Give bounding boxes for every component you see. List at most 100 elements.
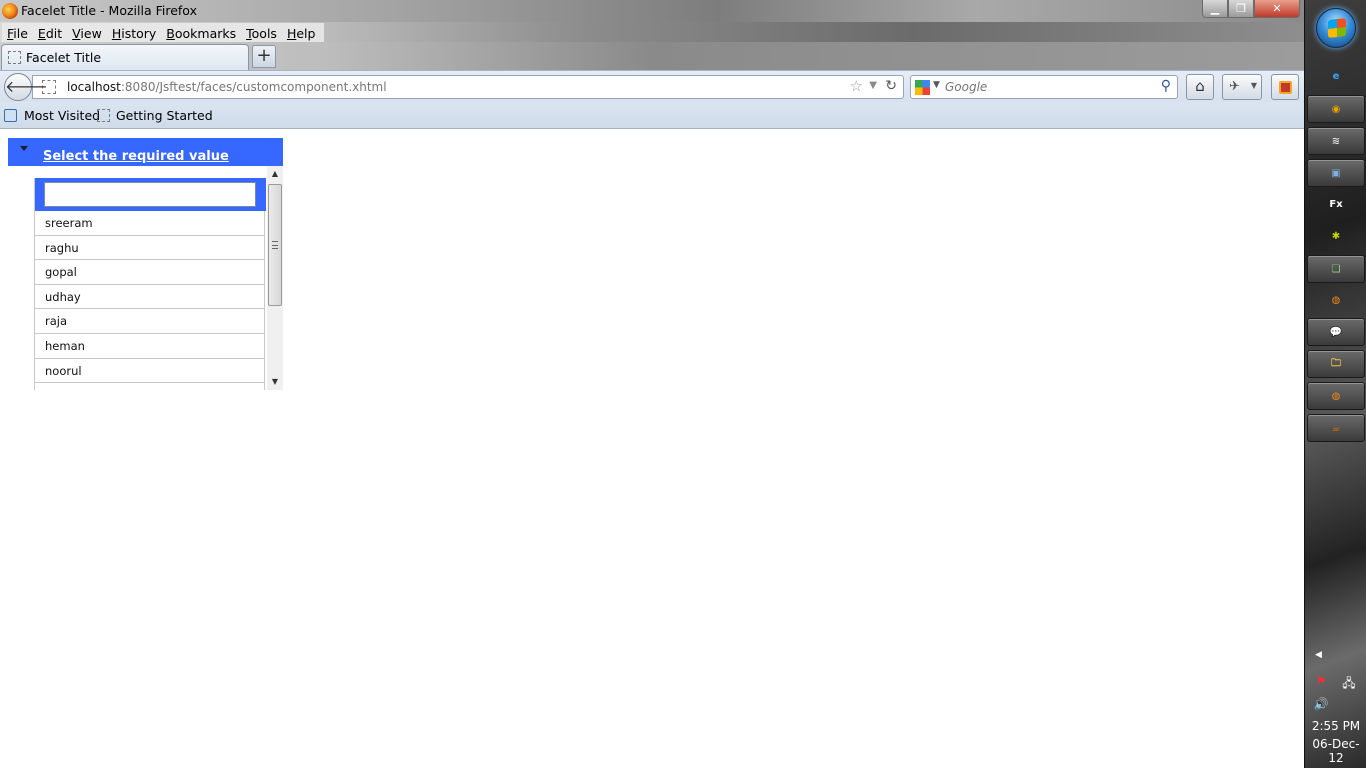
chat-icon: 💬 (1329, 326, 1343, 338)
taskbar-firefox-active-button[interactable]: ◍ (1307, 382, 1365, 410)
url-history-dropdown-icon[interactable]: ▼ (869, 80, 877, 91)
scroll-thumb[interactable] (268, 184, 282, 306)
list-item[interactable]: sreeram (35, 211, 265, 236)
list-item[interactable]: raja (35, 309, 265, 334)
tab-title: Facelet Title (26, 50, 102, 65)
taskbar-ie-button[interactable]: e (1307, 62, 1365, 90)
back-button[interactable]: 🡐 (4, 73, 48, 101)
tab-facelet-title[interactable]: Facelet Title (1, 44, 249, 70)
value-list-box: sreeram raghu gopal udhay raja heman noo… (8, 166, 283, 390)
getting-started-icon (97, 109, 110, 122)
search-go-icon[interactable]: ⚲ (1161, 78, 1171, 94)
search-engine-dropdown-icon[interactable]: ▼ (933, 80, 940, 90)
addon-toolbar-button[interactable]: ✈ ▼ (1222, 74, 1262, 100)
title-bar: Facelet Title - Mozilla Firefox ▁ ❐ ✕ (0, 0, 1304, 22)
volume-icon[interactable]: 🔊 (1313, 697, 1329, 713)
list-item[interactable]: raghu (35, 235, 265, 261)
menu-bookmarks-rest: ookmarks (174, 25, 237, 41)
start-button[interactable] (1316, 8, 1356, 48)
list-item[interactable]: gopal (35, 260, 265, 285)
taskbar-chrome-button[interactable]: ◉ (1307, 95, 1365, 123)
minimize-button[interactable]: ▁ (1202, 0, 1228, 18)
menu-history-accel: H (111, 25, 122, 41)
list-item[interactable]: noorul (35, 358, 265, 384)
taskbar-chat-button[interactable]: 💬 (1307, 318, 1365, 346)
taskbar-firefox-pinned-button[interactable]: ◍ (1307, 286, 1365, 314)
menu-history-rest: istory (121, 25, 157, 41)
bug-app-icon: ✱ (1331, 230, 1341, 242)
url-text[interactable]: localhost:8080/Jsftest/faces/customcompo… (67, 80, 387, 94)
menu-view-rest: iew (80, 25, 102, 41)
windows-logo-icon (1328, 18, 1346, 38)
window-controls: ▁ ❐ ✕ (1202, 0, 1300, 18)
taskbar-fx-button[interactable]: Fx (1307, 190, 1365, 218)
menu-help-rest: elp (296, 25, 316, 41)
menu-file-rest: ile (13, 25, 28, 41)
bookmarks-toolbar: Most Visited Getting Started (0, 102, 1304, 129)
list-item[interactable]: heman (35, 333, 265, 359)
new-tab-button[interactable]: + (252, 45, 276, 68)
url-path: :8080/Jsftest/faces/customcomponent.xhtm… (120, 80, 387, 94)
close-button[interactable]: ✕ (1254, 0, 1300, 18)
virtualbox-icon: ▣ (1331, 167, 1341, 179)
list-item[interactable]: udhay (35, 284, 265, 310)
url-bar[interactable]: localhost:8080/Jsftest/faces/customcompo… (32, 75, 904, 99)
app-waves-icon: ≋ (1331, 135, 1341, 147)
search-input[interactable] (945, 79, 1155, 95)
ie-icon: e (1332, 70, 1340, 82)
reload-icon[interactable]: ↻ (885, 78, 897, 94)
extension-button[interactable] (1271, 74, 1299, 100)
menu-bookmarks[interactable]: Bookmarks (161, 26, 241, 41)
collapse-arrow-icon[interactable] (20, 146, 28, 151)
menu-items: File Edit View History Bookmarks Tools H… (2, 23, 325, 43)
menu-bar: File Edit View History Bookmarks Tools H… (0, 22, 1304, 43)
window-title: Facelet Title - Mozilla Firefox (21, 3, 197, 18)
maximize-button[interactable]: ❐ (1228, 0, 1254, 18)
menu-edit-accel: E (37, 25, 46, 41)
panel-title-link[interactable]: Select the required value (43, 149, 229, 164)
network-icon[interactable]: 🖧 (1341, 674, 1357, 690)
fx-icon: Fx (1329, 198, 1343, 210)
value-list: sreeram raghu gopal udhay raja heman noo… (34, 178, 266, 390)
taskbar-folder-button[interactable]: 🗀 (1307, 350, 1365, 378)
scroll-up-arrow-icon[interactable]: ▲ (267, 166, 283, 182)
panel-header[interactable]: Select the required value (8, 138, 283, 166)
menu-history[interactable]: History (107, 26, 161, 41)
clock-date[interactable]: 06-Dec-12 (1305, 737, 1366, 765)
menu-tools[interactable]: Tools (241, 26, 282, 41)
menu-edit-rest: dit (45, 25, 63, 41)
list-scrollbar[interactable]: ▲ ▼ (267, 166, 283, 390)
most-visited-icon (4, 109, 17, 122)
bookmark-star-icon[interactable]: ☆ (850, 77, 863, 95)
scroll-down-arrow-icon[interactable]: ▼ (267, 374, 283, 390)
firefox-active-icon: ◍ (1331, 390, 1341, 402)
taskbar-bug-app-button[interactable]: ✱ (1307, 222, 1365, 250)
firefox-logo-icon (2, 3, 18, 19)
menu-tools-rest: ools (251, 25, 277, 41)
scroll-grip-icon (272, 241, 278, 249)
addon-dropdown-icon[interactable]: ▼ (1251, 81, 1257, 90)
home-button[interactable]: ⌂ (1186, 74, 1214, 100)
show-hidden-icons-icon[interactable]: ◀ (1315, 650, 1322, 660)
menu-file[interactable]: File (2, 26, 33, 41)
extension-icon (1279, 81, 1292, 94)
action-center-flag-icon[interactable]: ⚑ (1313, 674, 1329, 690)
menu-view[interactable]: View (67, 26, 107, 41)
firefox-pinned-icon: ◍ (1331, 294, 1341, 306)
bookmark-most-visited[interactable]: Most Visited (24, 108, 100, 123)
google-engine-icon[interactable] (915, 80, 930, 95)
list-item[interactable] (35, 383, 265, 390)
taskbar-windows-explorer-green-button[interactable]: ❏ (1307, 255, 1365, 283)
menu-edit[interactable]: Edit (33, 26, 67, 41)
search-bar[interactable]: ▼ ⚲ (910, 75, 1178, 99)
taskbar-virtualbox-button[interactable]: ▣ (1307, 159, 1365, 187)
addon-icon: ✈ (1229, 79, 1240, 94)
taskbar-app-waves-button[interactable]: ≋ (1307, 127, 1365, 155)
filter-input[interactable] (44, 182, 256, 207)
menu-help[interactable]: Help (282, 26, 321, 41)
bookmark-getting-started[interactable]: Getting Started (116, 108, 213, 123)
clock-time[interactable]: 2:55 PM (1305, 719, 1366, 733)
page-favicon-icon (8, 51, 21, 64)
taskbar-java-button[interactable]: ☕ (1307, 414, 1365, 442)
windows-taskbar: e ◉ ≋ ▣ Fx ✱ ❏ ◍ 💬 🗀 ◍ ☕ ◀ ⚑ 🖧 🔊 2:55 PM 06-Dec-12 (1304, 0, 1366, 768)
